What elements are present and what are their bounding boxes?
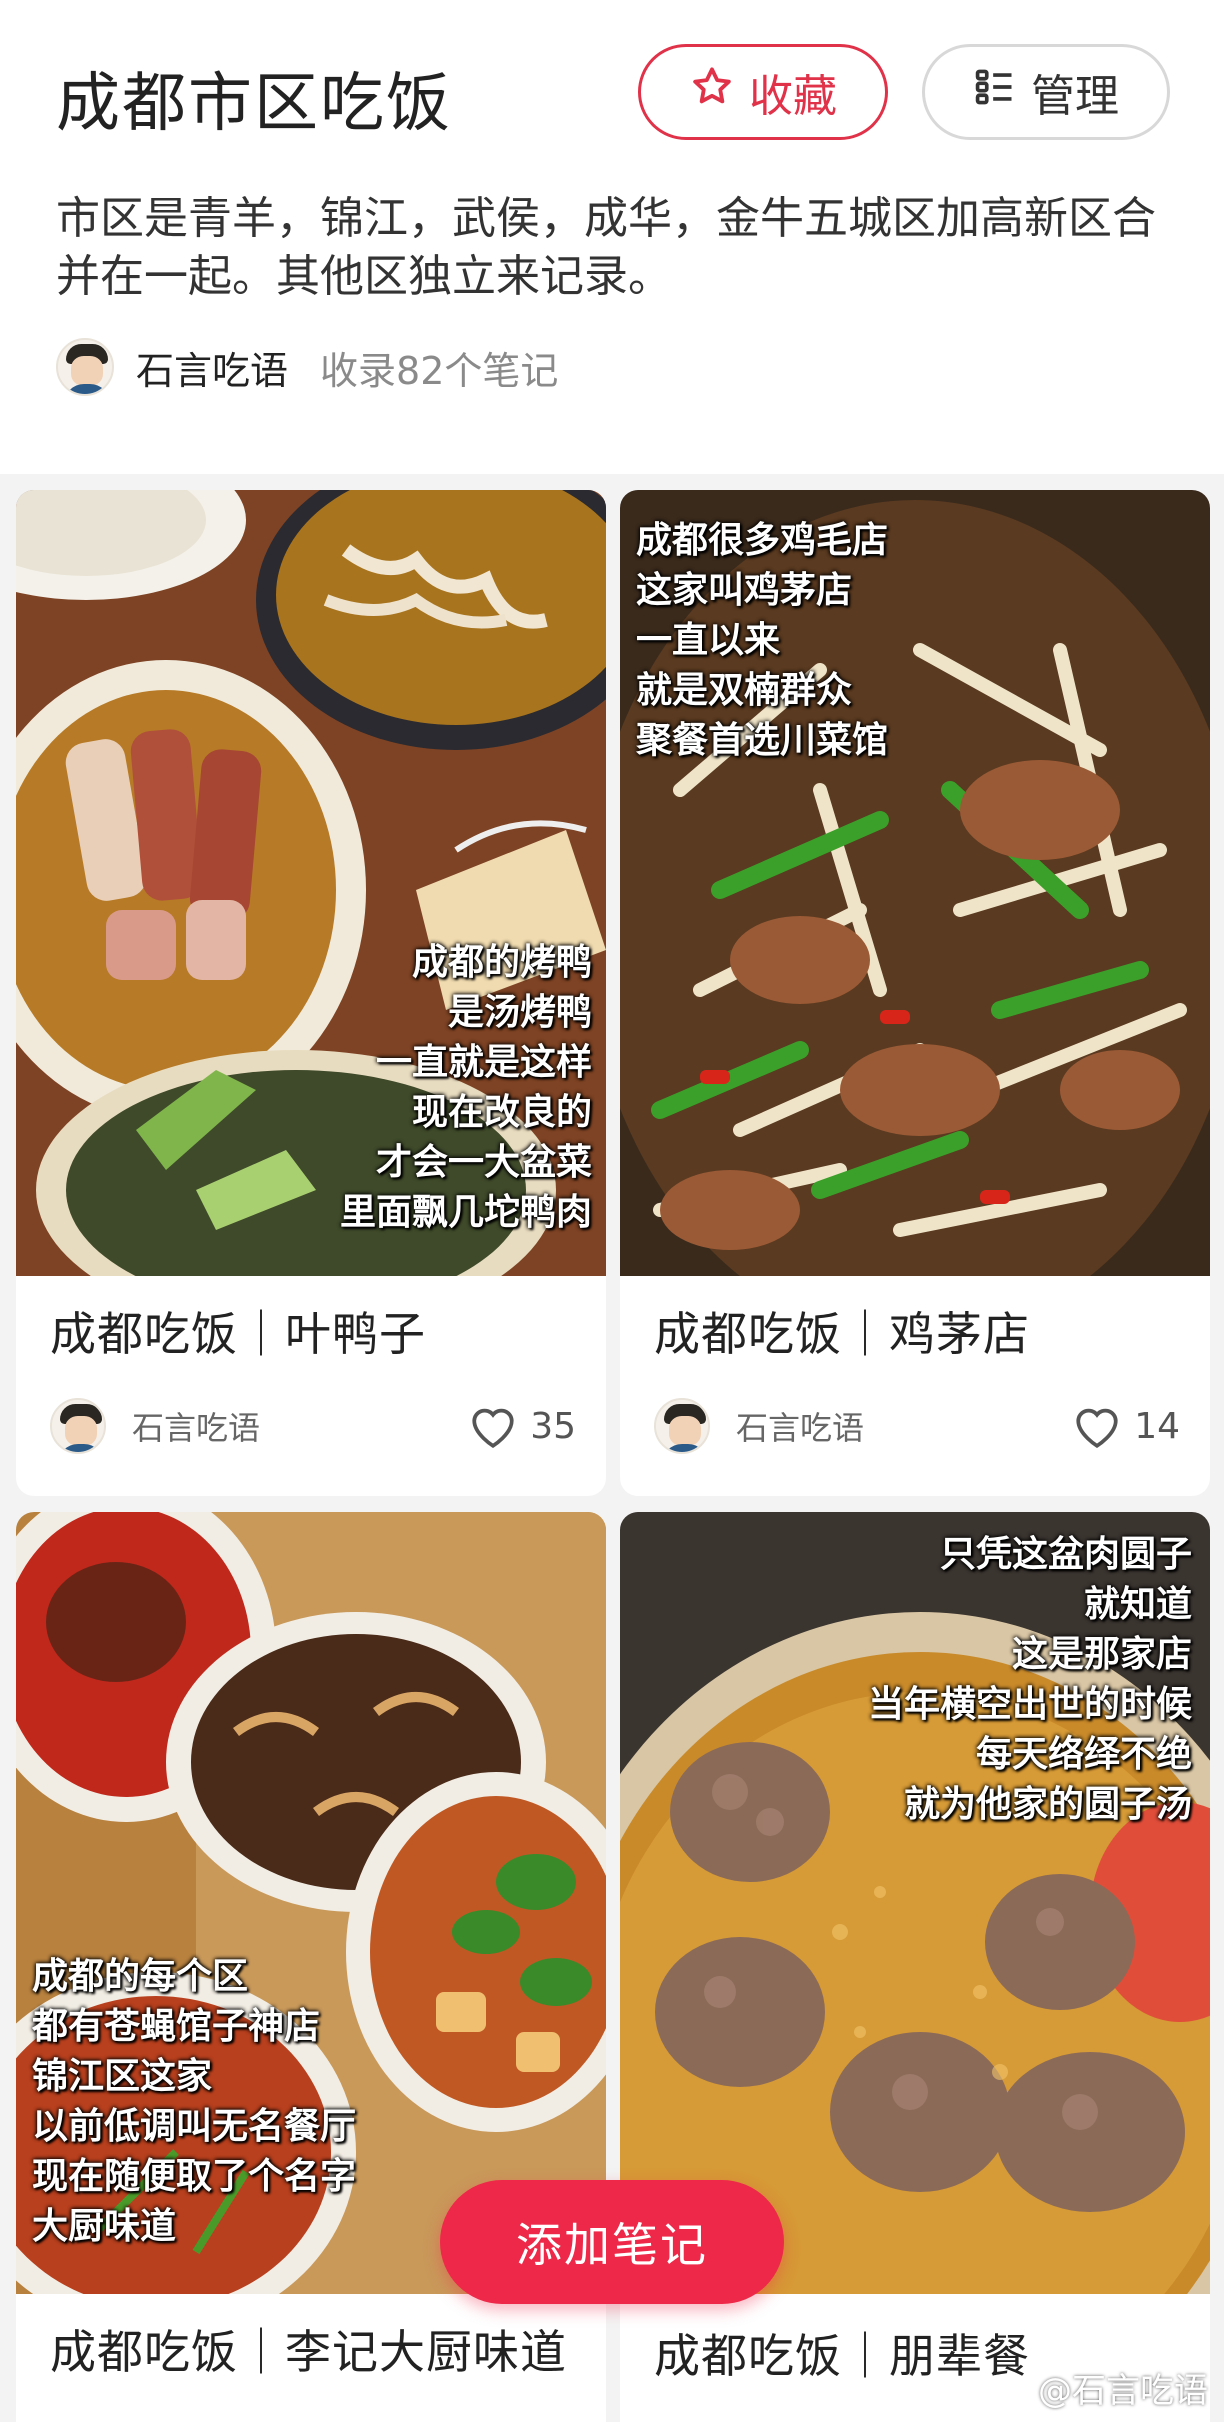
add-note-button[interactable]: 添加笔记 — [440, 2180, 784, 2304]
caption-line: 现在随便取了个名字 — [32, 2156, 357, 2197]
cover-caption: 成都很多鸡毛店 这家叫鸡茅店 一直以来 就是双楠群众 聚餐首选川菜馆 — [636, 516, 888, 766]
note-card[interactable]: 成都的烤鸭 是汤烤鸭 一直就是这样 现在改良的 才会一大盆菜 里面飘几坨鸭肉 成… — [16, 490, 606, 1496]
heart-icon — [472, 1408, 514, 1449]
caption-line: 大厨味道 — [32, 2206, 177, 2247]
caption-line: 是汤烤鸭 — [447, 992, 592, 1033]
caption-line: 这家叫鸡茅店 — [636, 570, 853, 611]
caption-line: 锦江区这家 — [32, 2056, 213, 2097]
note-author[interactable]: 石言吃语 — [132, 1403, 468, 1449]
note-author[interactable]: 石言吃语 — [736, 1403, 1072, 1449]
list-manage-icon — [973, 65, 1017, 120]
favorite-button[interactable]: 收藏 — [638, 44, 888, 140]
caption-line: 现在改良的 — [411, 1092, 592, 1133]
caption-line: 当年横空出世的时候 — [867, 1684, 1192, 1725]
album-header: 成都市区吃饭 收藏 管理 市区是青羊，锦江，武侯，成华，金牛五城区加高新区合并在… — [0, 0, 1224, 474]
album-description: 市区是青羊，锦江，武侯，成华，金牛五城区加高新区合并在一起。其他区独立来记录。 — [56, 193, 1156, 302]
like-count: 14 — [1134, 1405, 1180, 1447]
caption-line: 这是那家店 — [1011, 1634, 1192, 1675]
caption-line: 每天络绎不绝 — [975, 1734, 1192, 1775]
note-footer: 石言吃语 14 — [654, 1396, 1180, 1456]
note-card[interactable]: 成都很多鸡毛店 这家叫鸡茅店 一直以来 就是双楠群众 聚餐首选川菜馆 成都吃饭｜… — [620, 490, 1210, 1496]
like-button[interactable]: 14 — [1072, 1403, 1180, 1449]
star-icon — [689, 64, 735, 121]
caption-line: 一直以来 — [636, 620, 781, 661]
avatar[interactable] — [654, 1398, 710, 1454]
cover-caption: 只凭这盆肉圆子 就知道 这是那家店 当年横空出世的时候 每天络绎不绝 就为他家的… — [868, 1530, 1192, 1830]
caption-line: 聚餐首选川菜馆 — [636, 720, 889, 761]
like-button[interactable]: 35 — [468, 1403, 576, 1449]
caption-line: 成都的烤鸭 — [411, 942, 592, 983]
note-count: 收录82个笔记 — [320, 348, 559, 393]
favorite-label: 收藏 — [749, 71, 837, 122]
watermark: @石言吃语 — [1038, 2371, 1208, 2411]
note-title[interactable]: 成都吃饭｜鸡茅店 — [654, 1298, 1030, 1364]
note-cover-image[interactable]: 成都很多鸡毛店 这家叫鸡茅店 一直以来 就是双楠群众 聚餐首选川菜馆 — [620, 490, 1210, 1276]
cover-caption: 成都的每个区 都有苍蝇馆子神店 锦江区这家 以前低调叫无名餐厅 现在随便取了个名… — [32, 1952, 356, 2252]
avatar[interactable] — [56, 338, 114, 396]
note-title[interactable]: 成都吃饭｜叶鸭子 — [50, 1298, 426, 1364]
avatar[interactable] — [50, 1398, 106, 1454]
caption-line: 成都很多鸡毛店 — [636, 520, 889, 561]
note-cover-image[interactable]: 只凭这盆肉圆子 就知道 这是那家店 当年横空出世的时候 每天络绎不绝 就为他家的… — [620, 1512, 1210, 2294]
note-title[interactable]: 成都吃饭｜朋辈餐 — [654, 2320, 1030, 2386]
caption-line: 才会一大盆菜 — [375, 1142, 592, 1183]
caption-line: 就知道 — [1083, 1584, 1192, 1625]
note-cover-image[interactable]: 成都的每个区 都有苍蝇馆子神店 锦江区这家 以前低调叫无名餐厅 现在随便取了个名… — [16, 1512, 606, 2294]
manage-label: 管理 — [1031, 71, 1119, 122]
note-footer: 石言吃语 35 — [50, 1396, 576, 1456]
caption-line: 以前低调叫无名餐厅 — [32, 2106, 357, 2147]
note-title[interactable]: 成都吃饭｜李记大厨味道 — [50, 2320, 590, 2384]
author-name[interactable]: 石言吃语 — [136, 340, 288, 395]
caption-line: 都有苍蝇馆子神店 — [32, 2006, 321, 2047]
caption-line: 只凭这盆肉圆子 — [939, 1534, 1192, 1575]
cover-caption: 成都的烤鸭 是汤烤鸭 一直就是这样 现在改良的 才会一大盆菜 里面飘几坨鸭肉 — [340, 938, 592, 1238]
caption-line: 就为他家的圆子汤 — [903, 1784, 1192, 1825]
album-author[interactable]: 石言吃语 收录82个笔记 — [56, 334, 558, 400]
heart-icon — [1076, 1408, 1118, 1449]
caption-line: 就是双楠群众 — [636, 670, 853, 711]
caption-line: 成都的每个区 — [32, 1956, 249, 1997]
manage-button[interactable]: 管理 — [922, 44, 1170, 140]
page-title: 成都市区吃饭 — [56, 67, 452, 141]
note-cover-image[interactable]: 成都的烤鸭 是汤烤鸭 一直就是这样 现在改良的 才会一大盆菜 里面飘几坨鸭肉 — [16, 490, 606, 1276]
caption-line: 一直就是这样 — [375, 1042, 592, 1083]
caption-line: 里面飘几坨鸭肉 — [339, 1192, 592, 1233]
like-count: 35 — [530, 1405, 576, 1447]
